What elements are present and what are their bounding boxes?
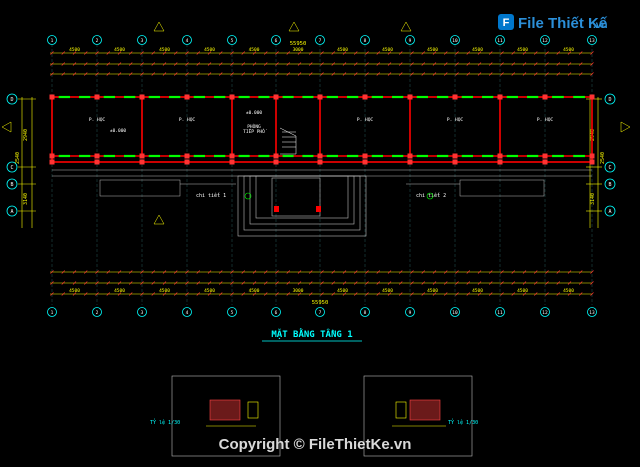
total-dimension-top: 55950 bbox=[290, 41, 307, 47]
axis-number-bottom: 2 bbox=[96, 310, 99, 316]
bay-dimension-bottom: 4500 bbox=[382, 288, 393, 294]
axis-number-bottom: 10 bbox=[452, 310, 458, 316]
axis-letter-c-left: C bbox=[10, 165, 13, 171]
bay-dimension-bottom: 4500 bbox=[337, 288, 348, 294]
axis-number-top: 13 bbox=[589, 38, 595, 44]
axis-number-top: 10 bbox=[452, 38, 458, 44]
bay-dimension-top: 4500 bbox=[204, 47, 215, 53]
axis-letter-b-right: B bbox=[608, 182, 611, 188]
axis-letter-d-right: D bbox=[608, 97, 611, 103]
axis-letter-b-left: B bbox=[10, 182, 13, 188]
bay-dimension-top: 4500 bbox=[337, 47, 348, 53]
left-dim-1: 2940 bbox=[23, 129, 29, 141]
axis-number-bottom: 4 bbox=[186, 310, 189, 316]
bay-dimension-bottom: 4500 bbox=[563, 288, 574, 294]
bay-dimension-bottom: 3000 bbox=[293, 288, 304, 294]
bay-dimension-bottom: 4500 bbox=[159, 288, 170, 294]
bay-dimension-top: 4500 bbox=[69, 47, 80, 53]
bay-dimension-top: 4500 bbox=[382, 47, 393, 53]
axis-letter-a-left: A bbox=[10, 209, 13, 215]
room-label-2: P. HỌC bbox=[179, 117, 196, 123]
axis-number-top: 11 bbox=[497, 38, 503, 44]
axis-number-top: 2 bbox=[96, 38, 99, 44]
axis-number-bottom: 12 bbox=[542, 310, 548, 316]
axis-number-top: 8 bbox=[364, 38, 367, 44]
room-label-5: P. HỌC bbox=[447, 117, 464, 123]
left-dim-3: 3140 bbox=[23, 193, 29, 205]
axis-number-top: 12 bbox=[542, 38, 548, 44]
bay-dimension-bottom: 4500 bbox=[427, 288, 438, 294]
detail-scale-left: TỶ lệ 1/30 bbox=[150, 418, 180, 426]
left-dim-2: 2540 bbox=[15, 152, 21, 164]
bay-dimension-top: 4500 bbox=[249, 47, 260, 53]
axis-number-bottom: 7 bbox=[319, 310, 322, 316]
bay-dimension-bottom: 4500 bbox=[472, 288, 483, 294]
axis-number-bottom: 5 bbox=[231, 310, 234, 316]
bay-dimension-top: 4500 bbox=[472, 47, 483, 53]
room-label-4: P. HỌC bbox=[357, 117, 374, 123]
level-label-1: ±0.000 bbox=[110, 128, 127, 134]
bay-dimension-top: 4500 bbox=[427, 47, 438, 53]
axis-number-top: 9 bbox=[409, 38, 412, 44]
level-label-2: ±0.000 bbox=[246, 110, 263, 116]
axis-number-bottom: 13 bbox=[589, 310, 595, 316]
axis-number-bottom: 8 bbox=[364, 310, 367, 316]
right-dim-1: 2940 bbox=[590, 129, 596, 141]
axis-letter-c-right: C bbox=[608, 165, 611, 171]
bay-dimension-bottom: 4500 bbox=[204, 288, 215, 294]
axis-number-bottom: 9 bbox=[409, 310, 412, 316]
stair-label-left: chi tiết 1 bbox=[196, 192, 226, 199]
axis-number-bottom: 1 bbox=[51, 310, 54, 316]
bay-dimension-top: 4500 bbox=[563, 47, 574, 53]
detail-scale-right: TỶ lệ 1/30 bbox=[448, 418, 478, 426]
bay-dimension-bottom: 4500 bbox=[69, 288, 80, 294]
drawing-title: MẶT BẰNG TẦNG 1 bbox=[271, 328, 352, 340]
axis-number-bottom: 3 bbox=[141, 310, 144, 316]
bay-dimension-bottom: 4500 bbox=[114, 288, 125, 294]
bay-dimension-top: 3000 bbox=[293, 47, 304, 53]
axis-number-top: 7 bbox=[319, 38, 322, 44]
axis-number-top: 5 bbox=[231, 38, 234, 44]
axis-letter-a-right: A bbox=[608, 209, 611, 215]
room-label-1: P. HỌC bbox=[89, 117, 106, 123]
axis-number-top: 6 bbox=[275, 38, 278, 44]
axis-number-bottom: 6 bbox=[275, 310, 278, 316]
bay-dimension-top: 4500 bbox=[159, 47, 170, 53]
bay-dimension-top: 4500 bbox=[517, 47, 528, 53]
room-label-3a: PHÒNG bbox=[247, 123, 261, 130]
right-dim-3: 3140 bbox=[590, 193, 596, 205]
total-dimension-bottom: 55950 bbox=[312, 300, 329, 306]
bay-dimension-bottom: 4500 bbox=[249, 288, 260, 294]
axis-letter-d-left: D bbox=[10, 97, 13, 103]
axis-number-top: 4 bbox=[186, 38, 189, 44]
axis-number-bottom: 11 bbox=[497, 310, 503, 316]
right-dim-2: 2540 bbox=[600, 152, 606, 164]
cad-drawing-canvas: 1 2 3 4 5 6 7 8 9 10 11 12 13 1 2 3 4 5 6 7 8 9 10 11 12 13 4500… bbox=[0, 0, 640, 467]
room-label-6: P. HỌC bbox=[537, 117, 554, 123]
bay-dimension-bottom: 4500 bbox=[517, 288, 528, 294]
axis-number-top: 1 bbox=[51, 38, 54, 44]
bay-dimension-top: 4500 bbox=[114, 47, 125, 53]
axis-number-top: 3 bbox=[141, 38, 144, 44]
